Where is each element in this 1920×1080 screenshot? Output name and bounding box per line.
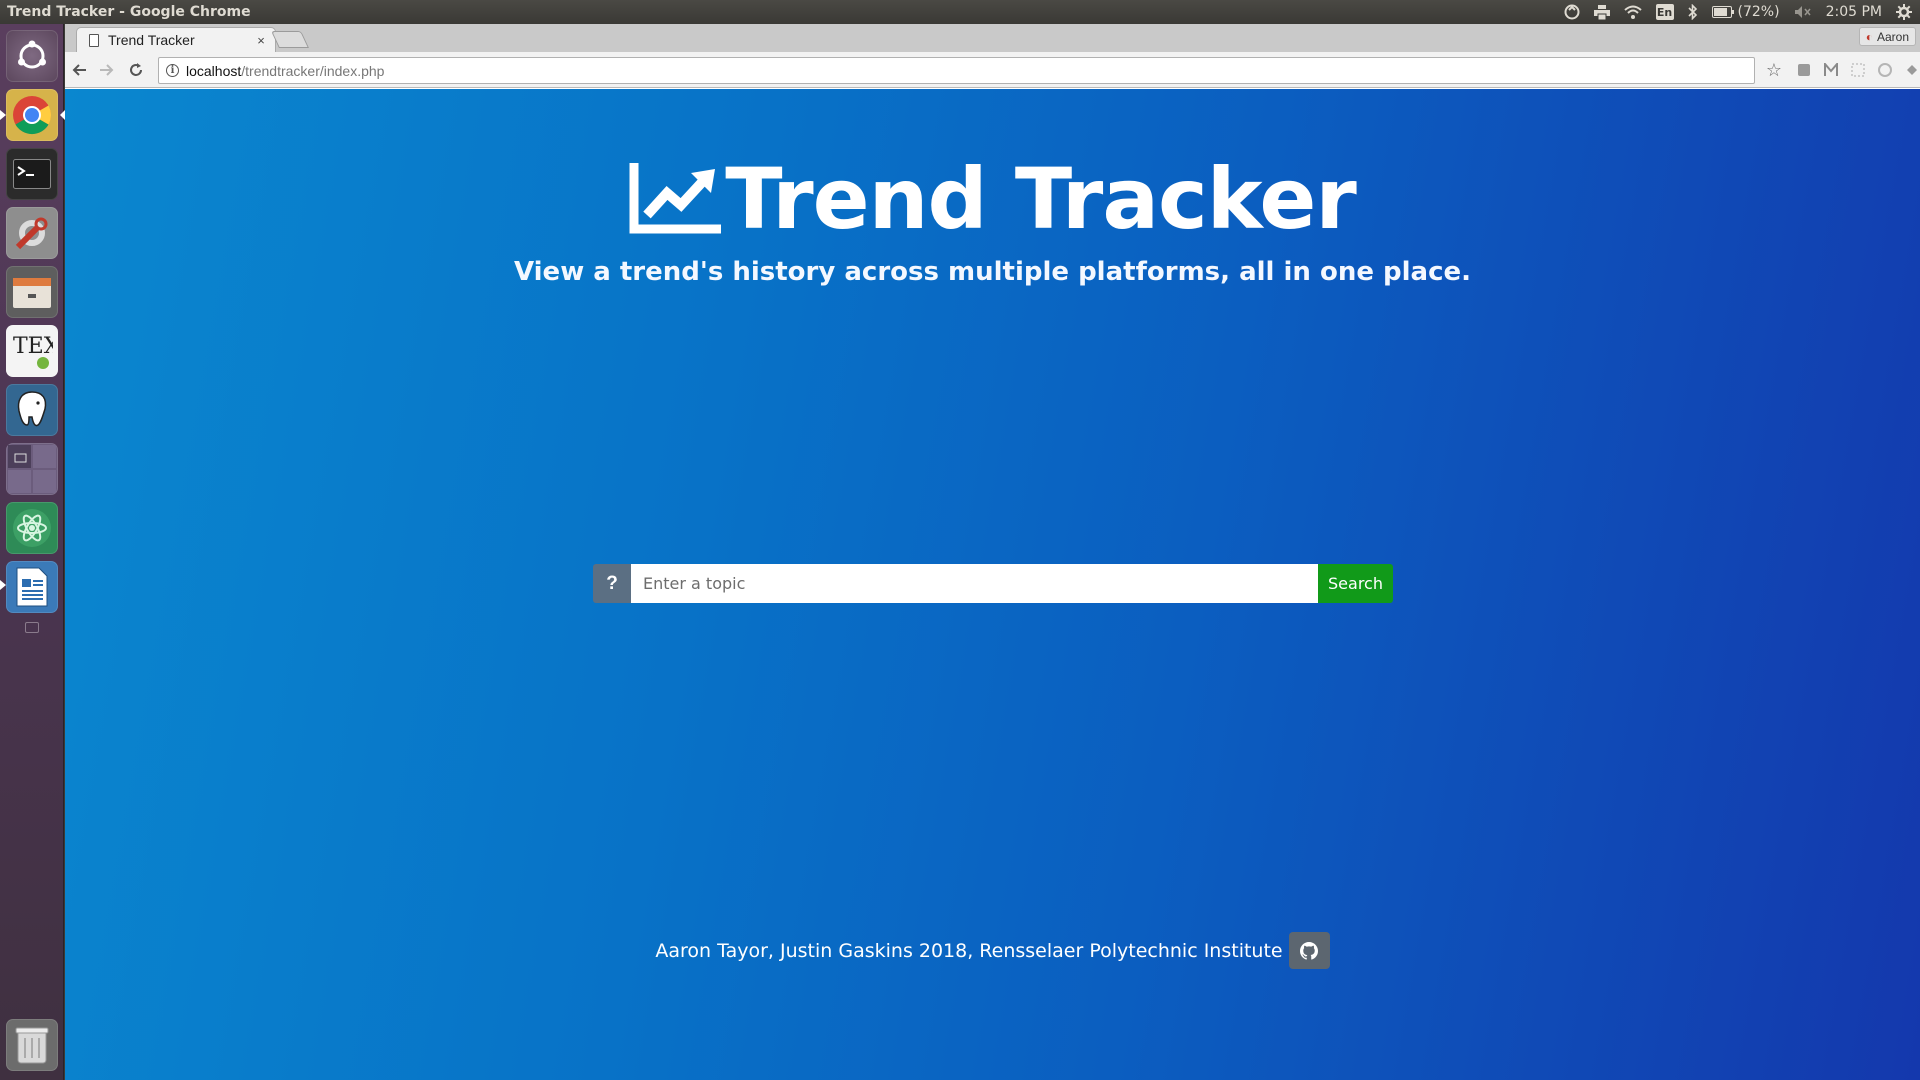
trash-icon[interactable]: [6, 1019, 58, 1071]
bookmark-star-icon[interactable]: ☆: [1765, 60, 1783, 80]
atom-editor-icon[interactable]: [6, 502, 58, 554]
github-button[interactable]: [1288, 932, 1330, 969]
keyboard-icon[interactable]: En: [1655, 4, 1674, 20]
footer-credits: Aaron Tayor, Justin Gaskins 2018, Rensse…: [655, 939, 1283, 962]
url-host: localhost: [186, 62, 242, 79]
tab-trend-tracker[interactable]: Trend Tracker ×: [76, 27, 276, 52]
system-settings-icon[interactable]: [6, 207, 58, 259]
tab-close-button[interactable]: ×: [251, 33, 271, 48]
page-icon: [89, 33, 99, 47]
chrome-window: Trend Tracker × ◐ Aaron i localhost/tren…: [65, 24, 1920, 1080]
address-bar[interactable]: i localhost/trendtracker/index.php: [158, 57, 1755, 84]
battery-icon[interactable]: (72%): [1711, 0, 1780, 24]
postgresql-icon[interactable]: [6, 384, 58, 436]
help-button[interactable]: ?: [593, 564, 631, 603]
workspace-switcher-icon[interactable]: [6, 443, 58, 495]
browser-toolbar: i localhost/trendtracker/index.php ☆ ⋮: [65, 52, 1920, 88]
battery-percent: (72%): [1737, 4, 1780, 20]
forward-button[interactable]: [94, 57, 120, 83]
profile-icon: ◐: [1865, 29, 1873, 44]
brand: Trend Tracker: [629, 149, 1357, 249]
extension-icon-2[interactable]: [1822, 61, 1840, 79]
search-input[interactable]: [631, 564, 1318, 603]
clock[interactable]: 2:05 PM: [1826, 0, 1882, 24]
ubuntu-dash-icon[interactable]: [6, 30, 58, 82]
volume-muted-icon[interactable]: [1794, 0, 1812, 24]
extension-icon-5[interactable]: [1903, 61, 1920, 79]
github-icon: [1300, 941, 1319, 960]
tab-title: Trend Tracker: [108, 32, 195, 48]
url-path: /trendtracker/index.php: [241, 62, 385, 79]
window-title: Trend Tracker - Google Chrome: [7, 4, 251, 20]
sync-icon[interactable]: [1564, 0, 1580, 24]
search-form: ? Search: [593, 564, 1393, 603]
wifi-icon[interactable]: [1623, 0, 1642, 24]
reload-button[interactable]: [123, 57, 149, 83]
tex-editor-icon[interactable]: TEX: [6, 325, 58, 377]
unity-launcher: TEX: [0, 24, 65, 1080]
tab-strip: Trend Tracker × ◐ Aaron: [65, 24, 1920, 52]
settings-gear-icon[interactable]: [1896, 0, 1912, 24]
chrome-icon[interactable]: [6, 89, 58, 141]
bluetooth-icon[interactable]: [1687, 0, 1698, 24]
extension-icon-4[interactable]: [1876, 61, 1894, 79]
printer-icon[interactable]: [1593, 0, 1610, 24]
hero: Trend Tracker View a trend's history acr…: [65, 149, 1920, 287]
page-viewport: Trend Tracker View a trend's history acr…: [65, 89, 1920, 1080]
indicator-area: En (72%) 2:05 PM: [1564, 0, 1912, 24]
file-manager-icon[interactable]: [6, 266, 58, 318]
extension-icon-1[interactable]: [1795, 61, 1813, 79]
terminal-icon[interactable]: [6, 148, 58, 200]
new-tab-button[interactable]: [271, 31, 309, 48]
more-apps-icon[interactable]: [25, 622, 39, 633]
profile-button[interactable]: ◐ Aaron: [1858, 27, 1916, 46]
profile-name: Aaron: [1876, 29, 1909, 44]
search-button[interactable]: Search: [1318, 564, 1393, 603]
extension-icon-3[interactable]: [1849, 61, 1867, 79]
top-panel: Trend Tracker - Google Chrome En (72%) 2…: [0, 0, 1920, 24]
svg-text:TEX: TEX: [13, 334, 53, 359]
footer: Aaron Tayor, Justin Gaskins 2018, Rensse…: [65, 932, 1920, 969]
site-info-icon[interactable]: i: [166, 64, 179, 77]
page-title: Trend Tracker: [725, 150, 1357, 248]
tagline: View a trend's history across multiple p…: [513, 257, 1472, 287]
trend-chart-icon: [629, 163, 722, 234]
libreoffice-writer-icon[interactable]: [6, 561, 58, 613]
back-button[interactable]: [66, 57, 92, 83]
